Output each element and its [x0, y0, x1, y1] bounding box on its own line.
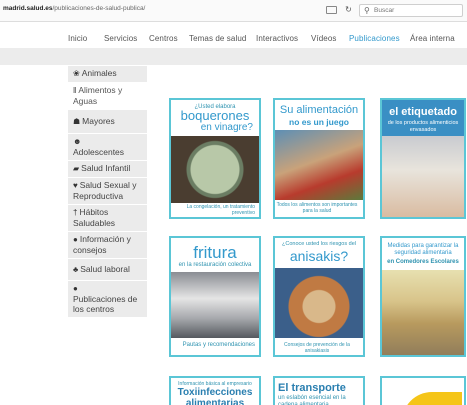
category-sidebar: ❀ Animales ǁ Alimentos y Aguas ☗ Mayores ☻ A…	[68, 66, 147, 318]
users-icon: ☻	[73, 137, 82, 146]
sidebar-item-habitos-saludables[interactable]: † Hábitos Saludables	[68, 205, 147, 232]
nav-item-temas-de-salud[interactable]: Temas de salud	[189, 34, 246, 43]
header-divider-band	[0, 48, 467, 65]
sidebar-item-label: Salud Infantil	[81, 163, 131, 173]
sidebar-item-label: Alimentos y Aguas	[73, 85, 123, 106]
search-icon: ⚲	[364, 6, 370, 15]
venus-mars-icon: ♥	[73, 181, 78, 190]
cover-subtitle: en la restauración colectiva	[178, 262, 252, 268]
cover-graphic	[402, 392, 462, 405]
children-photo	[275, 130, 363, 200]
sidebar-item-alimentos-y-aguas[interactable]: ǁ Alimentos y Aguas	[68, 83, 147, 110]
publication-cover-comedores[interactable]: Medidas para garantizar la seguridad ali…	[380, 236, 466, 357]
chat-icon: ●	[73, 284, 78, 293]
cover-title: anisakis?	[289, 248, 349, 264]
publication-cover-fritura[interactable]: fritura en la restauración colectiva Pau…	[169, 236, 261, 357]
nav-item-servicios[interactable]: Servicios	[104, 34, 137, 43]
publication-cover-alimentacion[interactable]: Su alimentación no es un juego Todos los…	[273, 98, 365, 219]
nav-item-interactivos[interactable]: Interactivos	[256, 34, 298, 43]
cover-subtitle: en vinagre?	[200, 122, 253, 133]
sidebar-item-label: Hábitos Saludables	[73, 207, 116, 228]
sidebar-item-publicaciones-centros[interactable]: ● Publicaciones de los centros	[68, 281, 147, 318]
browser-address-bar[interactable]: madrid.salud.es/publicaciones-de-salud-p…	[0, 0, 467, 22]
cover-title: El transporte	[278, 382, 346, 394]
publication-cover-etiquetado[interactable]: el etiquetado de los productos alimentic…	[380, 98, 466, 219]
fork-knife-icon: ǁ	[73, 86, 77, 95]
cover-footnote: Consejos de prevención de la anisakiasis	[284, 342, 350, 354]
main-navigation: Inicio Servicios Centros Temas de salud …	[0, 26, 467, 48]
url-field[interactable]: madrid.salud.es/publicaciones-de-salud-p…	[3, 5, 145, 12]
nav-item-publicaciones[interactable]: Publicaciones	[349, 34, 400, 43]
nav-item-centros[interactable]: Centros	[149, 34, 178, 43]
sidebar-item-informacion-y-consejos[interactable]: ● Información y consejos	[68, 232, 147, 259]
plate-photo	[171, 136, 259, 203]
sidebar-item-label: Información y consejos	[73, 234, 131, 255]
sidebar-item-label: Animales	[81, 68, 117, 78]
nav-item-inicio[interactable]: Inicio	[68, 34, 87, 43]
cover-subtitle: de los productos alimenticios envasados	[387, 120, 459, 133]
sidebar-item-salud-laboral[interactable]: ♣ Salud laboral	[68, 259, 147, 281]
cover-subtitle: no es un juego	[289, 117, 349, 127]
sidebar-item-label: Publicaciones de los centros	[73, 294, 138, 314]
product-photo	[382, 136, 464, 217]
cover-title: Su alimentación	[279, 104, 359, 116]
nav-item-area-interna[interactable]: Área interna	[410, 34, 455, 43]
reader-view-icon[interactable]	[326, 6, 337, 14]
publication-cover-anisakis[interactable]: ¿Conoce usted los riesgos del anisakis? …	[273, 236, 365, 357]
baby-carriage-icon: ▰	[73, 164, 80, 173]
fish-dish-photo	[275, 268, 363, 338]
sidebar-item-label: Mayores	[82, 116, 115, 126]
url-host: madrid.salud.es	[3, 5, 53, 12]
cover-title: fritura	[193, 243, 237, 262]
sidebar-item-salud-sexual[interactable]: ♥ Salud Sexual y Reproductiva	[68, 178, 147, 205]
walking-icon: †	[73, 208, 78, 217]
sidebar-item-label: Salud laboral	[80, 264, 130, 274]
publication-cover-partial[interactable]	[380, 376, 466, 405]
sidebar-item-animales[interactable]: ❀ Animales	[68, 66, 147, 83]
publication-cover-boquerones[interactable]: ¿Usted elabora boquerones en vinagre? La…	[169, 98, 261, 219]
publication-cover-toxiinfecciones[interactable]: Información básica al empresario Toxiinf…	[169, 376, 261, 405]
person-icon: ☗	[73, 117, 81, 126]
cover-footnote: La congelación, un tratamiento preventiv…	[186, 204, 255, 216]
sidebar-item-label: Adolescentes	[73, 147, 125, 157]
cover-footnote: Pautas y recomendaciones	[182, 342, 255, 348]
cover-subtitle: en Comedores Escolares	[387, 259, 459, 265]
url-path: /publicaciones-de-salud-publica/	[52, 5, 146, 12]
reload-icon[interactable]: ↻	[343, 5, 354, 15]
nav-item-videos[interactable]: Vídeos	[311, 34, 337, 43]
cover-title: Medidas para garantizar la seguridad ali…	[387, 243, 459, 256]
paw-icon: ❀	[73, 69, 80, 78]
cover-title: boquerones	[180, 108, 250, 123]
publication-cover-transporte[interactable]: El transporte un eslabón esencial en la …	[273, 376, 365, 405]
search-input[interactable]	[374, 5, 460, 16]
sidebar-item-salud-infantil[interactable]: ▰ Salud Infantil	[68, 161, 147, 178]
cover-title: el etiquetado	[389, 106, 457, 118]
cover-subtitle: un eslabón esencial en la cadena aliment…	[278, 395, 346, 405]
kitchen-photo	[171, 272, 259, 338]
briefcase-icon: ♣	[73, 265, 79, 274]
info-icon: ●	[73, 235, 78, 244]
cover-footnote: Todos los alimentos son importantes para…	[276, 202, 358, 214]
cover-title: Toxiinfecciones alimentarias	[177, 387, 253, 405]
sidebar-item-adolescentes[interactable]: ☻ Adolescentes	[68, 134, 147, 161]
dining-room-photo	[382, 270, 464, 355]
sidebar-item-mayores[interactable]: ☗ Mayores	[68, 110, 147, 134]
browser-search-box[interactable]: ⚲	[359, 4, 463, 17]
sidebar-item-label: Salud Sexual y Reproductiva	[73, 180, 137, 201]
cover-kicker: ¿Conoce usted los riesgos del	[282, 241, 356, 247]
